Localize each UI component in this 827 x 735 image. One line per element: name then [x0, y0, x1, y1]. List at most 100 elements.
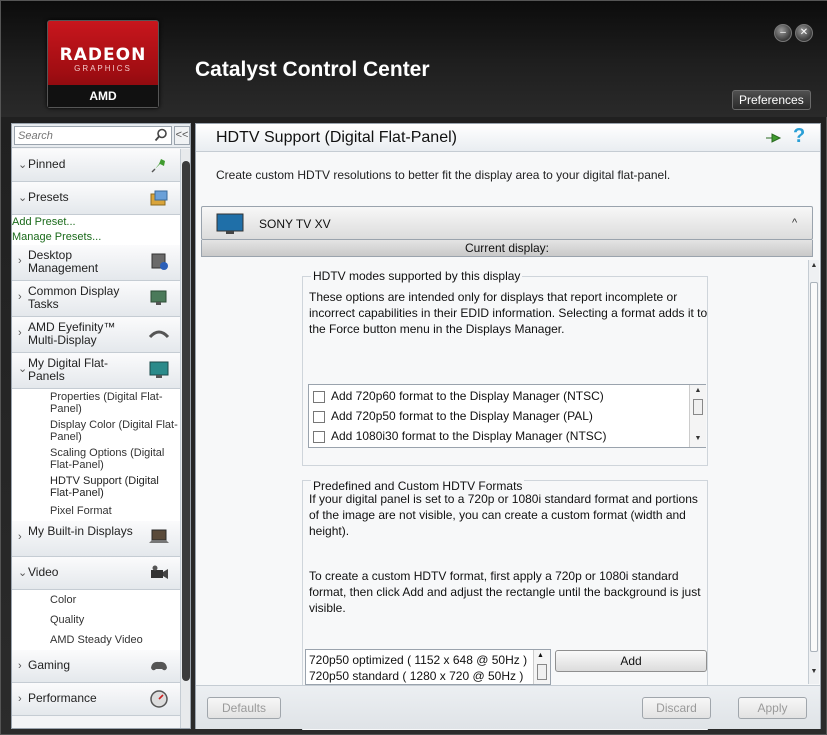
close-button[interactable]: ✕	[795, 24, 813, 42]
chevron-down-icon: ⌄	[18, 363, 28, 375]
pin-page-icon[interactable]	[764, 131, 782, 145]
chevron-right-icon: ›	[18, 693, 22, 705]
chevron-right-icon: ›	[18, 531, 22, 543]
formats-list-scroll-thumb[interactable]	[537, 664, 547, 680]
mode-option-720p60[interactable]: Add 720p60 format to the Display Manager…	[313, 386, 604, 406]
sidebar-subitem-pixel-format[interactable]: Pixel Format	[12, 501, 180, 521]
chevron-down-icon: ⌄	[18, 192, 28, 204]
display-name: SONY TV XV	[259, 217, 331, 231]
app-title: Catalyst Control Center	[195, 58, 430, 81]
sidebar-subitem-color[interactable]: Color	[12, 590, 180, 610]
discard-button[interactable]: Discard	[642, 697, 711, 719]
chevron-up-icon[interactable]: ^	[792, 217, 797, 229]
logo-text-graphics: GRAPHICS	[74, 64, 132, 73]
format-item[interactable]: 720p50 standard ( 1280 x 720 @ 50Hz )	[309, 668, 523, 684]
sidebar-item-performance[interactable]: › Performance	[12, 683, 180, 716]
eyefinity-icon	[148, 330, 170, 339]
minimize-button[interactable]: –	[774, 24, 792, 42]
mode-option-1080i30[interactable]: Add 1080i30 format to the Display Manage…	[313, 426, 606, 446]
sidebar-item-digital-flat-panels[interactable]: ⌄ My Digital Flat-Panels	[12, 353, 180, 389]
sidebar-subitem-quality[interactable]: Quality	[12, 610, 180, 630]
checkbox[interactable]	[313, 410, 325, 423]
sidebar-subitem-scaling-options[interactable]: Scaling Options (Digital Flat-Panel)	[12, 445, 180, 473]
hdtv-modes-text: These options are intended only for disp…	[309, 290, 708, 336]
formats-list-scrollbar[interactable]: ▲	[533, 650, 550, 684]
sidebar-subitem-steady-video[interactable]: AMD Steady Video	[12, 630, 180, 650]
sidebar-item-desktop-management[interactable]: › Desktop Management	[12, 245, 180, 281]
content-scroll-thumb[interactable]	[810, 282, 818, 652]
modes-list-scroll-thumb[interactable]	[693, 399, 703, 415]
sidebar-item-common-display-tasks[interactable]: › Common Display Tasks	[12, 281, 180, 317]
logo-text-radeon: RADEON	[59, 45, 147, 65]
checkbox[interactable]	[313, 430, 325, 443]
page-header: HDTV Support (Digital Flat-Panel) ?	[196, 124, 820, 152]
sidebar-subitem-properties[interactable]: Properties (Digital Flat-Panel)	[12, 389, 180, 417]
scroll-up-arrow[interactable]: ▲	[690, 387, 706, 397]
radeon-logo: RADEON GRAPHICS AMD	[47, 20, 159, 108]
add-preset-link[interactable]: Add Preset...	[12, 215, 180, 230]
scroll-down-arrow[interactable]: ▼	[690, 435, 706, 445]
help-icon[interactable]: ?	[793, 125, 805, 148]
sidebar-subitem-hdtv-support[interactable]: HDTV Support (Digital Flat-Panel)	[12, 473, 180, 501]
chevron-right-icon: ›	[18, 327, 22, 339]
app-window: RADEON GRAPHICS AMD Catalyst Control Cen…	[0, 0, 827, 735]
sidebar-item-pinned[interactable]: ⌄ Pinned	[12, 149, 180, 182]
sidebar-item-presets[interactable]: ⌄ Presets	[12, 182, 180, 215]
sidebar-item-label: Performance	[28, 691, 97, 705]
hdtv-modes-list: Add 720p60 format to the Display Manager…	[308, 384, 706, 448]
logo-text-amd: AMD	[48, 85, 158, 107]
footer-bar: Defaults Discard Apply	[196, 685, 820, 729]
add-format-button[interactable]: Add	[555, 650, 707, 672]
sidebar-item-label: Desktop Management	[28, 248, 99, 275]
scroll-down-arrow[interactable]: ▼	[810, 668, 818, 680]
scroll-up-arrow[interactable]: ▲	[537, 652, 544, 659]
sidebar-item-label: Pinned	[28, 157, 66, 171]
chevron-right-icon: ›	[18, 255, 22, 267]
display-tasks-icon	[150, 290, 167, 305]
chevron-down-icon: ⌄	[18, 567, 28, 579]
apply-button[interactable]: Apply	[738, 697, 807, 719]
scroll-up-arrow[interactable]: ▲	[810, 262, 818, 274]
custom-formats-text1: If your digital panel is set to a 720p o…	[309, 492, 698, 538]
sidebar-item-built-in-displays[interactable]: › My Built-in Displays	[12, 521, 180, 557]
current-display-label: Current display:	[201, 240, 813, 257]
sidebar-item-gaming[interactable]: › Gaming	[12, 650, 180, 683]
sidebar-scroll-thumb[interactable]	[182, 161, 190, 681]
flat-panel-icon	[149, 361, 169, 378]
checkbox[interactable]	[313, 390, 325, 403]
sidebar-item-video[interactable]: ⌄ Video	[12, 557, 180, 590]
content-scrollbar[interactable]: ▲ ▼	[808, 260, 819, 684]
search-input[interactable]	[14, 126, 172, 145]
sidebar-scrollbar[interactable]	[180, 149, 190, 728]
sidebar: << ⌄ Pinned ⌄ Presets Add Pre	[11, 123, 191, 729]
gamepad-icon	[151, 661, 167, 671]
sidebar-item-label: Gaming	[28, 658, 71, 672]
laptop-icon	[149, 529, 169, 543]
chevron-right-icon: ›	[18, 660, 22, 672]
video-camera-icon	[151, 565, 168, 579]
search-icon[interactable]	[154, 128, 168, 142]
sidebar-item-eyefinity[interactable]: › AMD Eyefinity™ Multi-Display	[12, 317, 180, 353]
mode-option-720p50[interactable]: Add 720p50 format to the Display Manager…	[313, 406, 593, 426]
pin-icon	[151, 159, 165, 173]
sidebar-subitem-display-color[interactable]: Display Color (Digital Flat-Panel)	[12, 417, 180, 445]
collapse-sidebar-button[interactable]: <<	[174, 126, 190, 145]
sidebar-item-label: Common Display Tasks	[28, 284, 120, 311]
sidebar-nav: ⌄ Pinned ⌄ Presets Add Preset... Manage …	[12, 149, 180, 716]
preferences-button[interactable]: Preferences	[732, 90, 811, 110]
mode-option-label: Add 720p60 format to the Display Manager…	[331, 389, 604, 403]
mode-option-label: Add 720p50 format to the Display Manager…	[331, 409, 593, 423]
manage-presets-link[interactable]: Manage Presets...	[12, 230, 180, 245]
chevron-right-icon: ›	[18, 291, 22, 303]
display-selector[interactable]: SONY TV XV ^	[201, 206, 813, 240]
sidebar-item-label: My Digital Flat-Panels	[28, 356, 109, 383]
custom-formats-text2: To create a custom HDTV format, first ap…	[309, 569, 701, 615]
sidebar-item-label: My Built-in Displays	[28, 524, 133, 538]
chevron-down-icon: ⌄	[18, 159, 28, 171]
sidebar-item-label: Presets	[28, 190, 69, 204]
modes-list-scrollbar[interactable]: ▲ ▼	[689, 385, 706, 447]
page-title: HDTV Support (Digital Flat-Panel)	[216, 129, 457, 146]
defaults-button[interactable]: Defaults	[207, 697, 281, 719]
format-item[interactable]: 720p50 optimized ( 1152 x 648 @ 50Hz )	[309, 652, 527, 668]
page-description: Create custom HDTV resolutions to better…	[216, 168, 671, 182]
